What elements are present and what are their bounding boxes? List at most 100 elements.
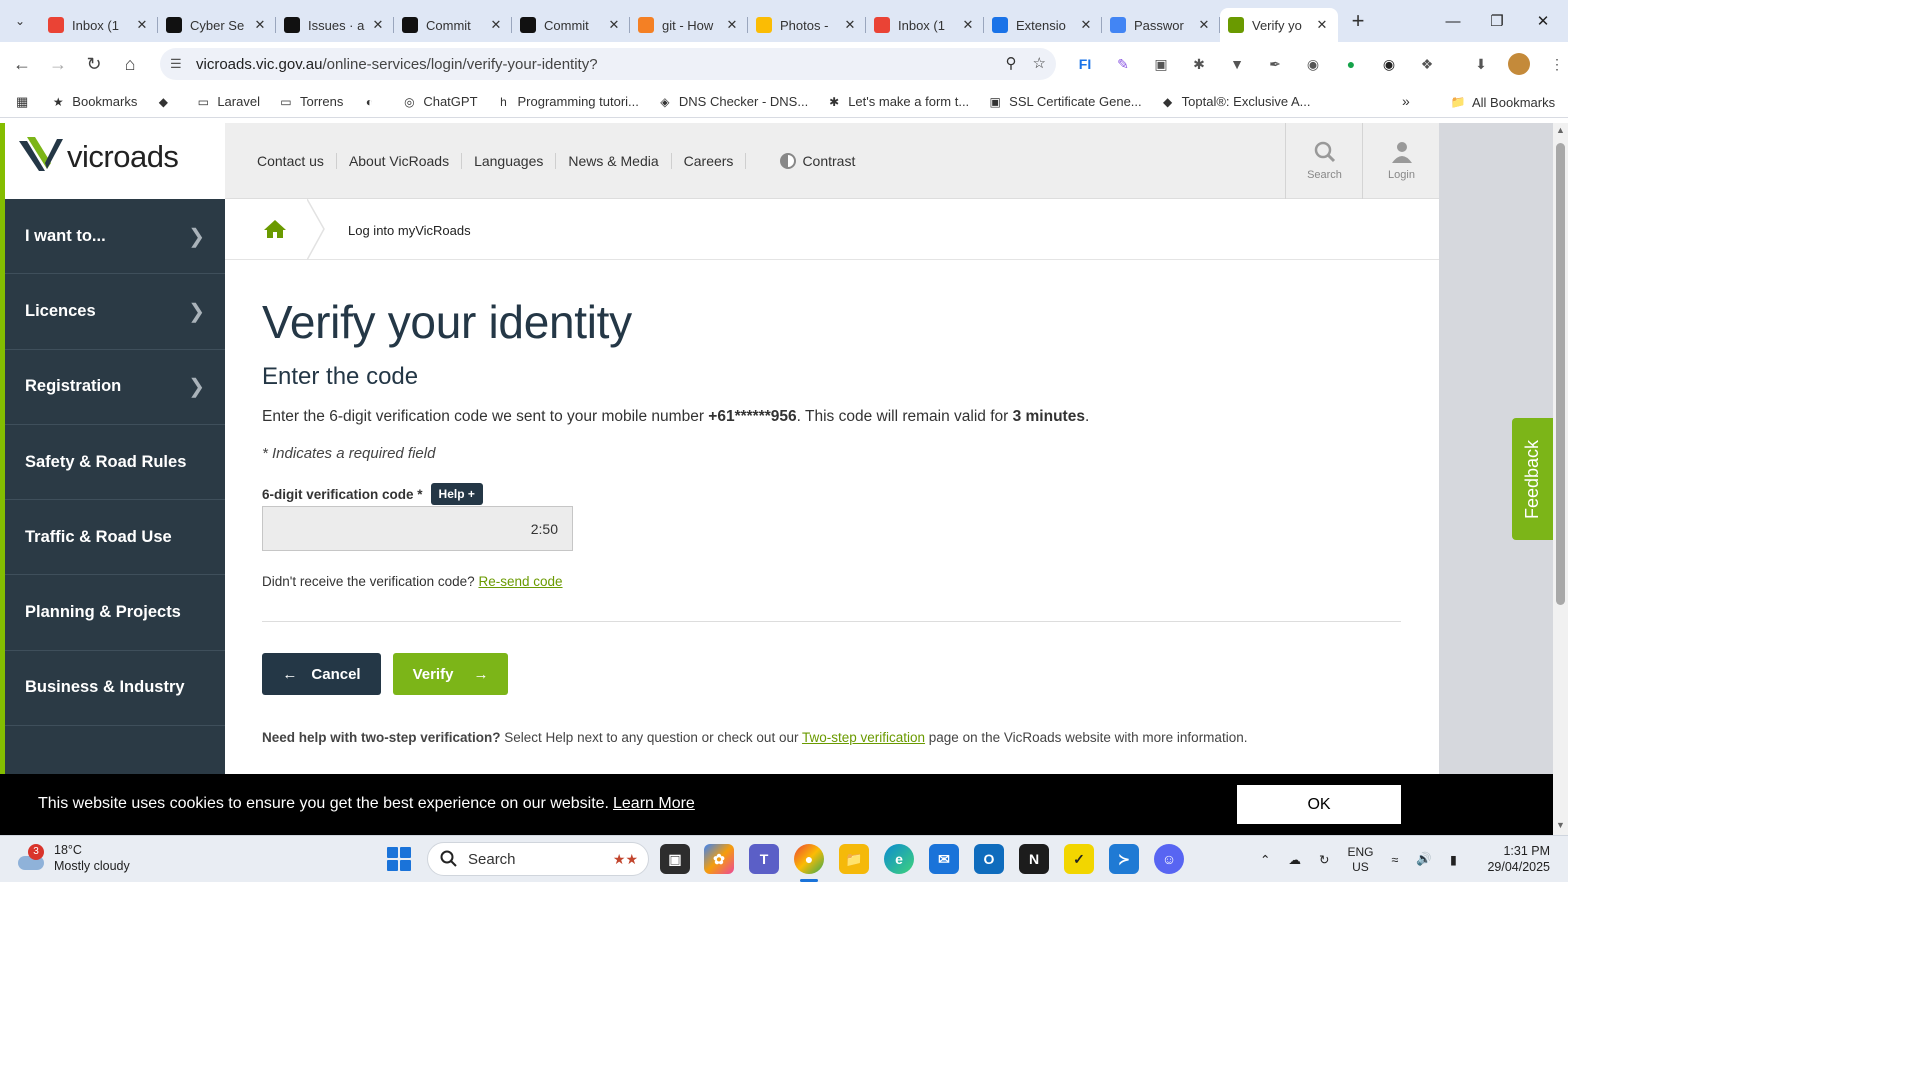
discord-icon[interactable]: ☺: [1154, 844, 1184, 874]
sticky-notes-icon[interactable]: ✓: [1064, 844, 1094, 874]
close-tab-icon[interactable]: ✕: [1196, 17, 1212, 33]
browser-tab[interactable]: Commit ✕: [512, 8, 630, 42]
bookmark-item[interactable]: ▭ Laravel: [195, 94, 260, 110]
restore-button[interactable]: ❐: [1474, 0, 1520, 42]
browser-tab[interactable]: Commit ✕: [394, 8, 512, 42]
forward-icon[interactable]: →: [40, 46, 76, 82]
download-icon[interactable]: ⬇: [1468, 50, 1494, 78]
topnav-link[interactable]: Contact us: [249, 153, 337, 169]
apps-grid-icon[interactable]: ▦: [16, 94, 28, 110]
bookmark-star-icon[interactable]: ☆: [1033, 54, 1046, 72]
browser-tab[interactable]: Inbox (1 ✕: [866, 8, 984, 42]
circle-extension-icon[interactable]: ◉: [1376, 50, 1402, 78]
topnav-link[interactable]: News & Media: [556, 153, 672, 169]
copilot-icon[interactable]: ✿: [704, 844, 734, 874]
bookmark-item[interactable]: ★ Bookmarks: [50, 94, 137, 110]
file-explorer-icon[interactable]: 📁: [839, 844, 869, 874]
close-tab-icon[interactable]: ✕: [488, 17, 504, 33]
start-button[interactable]: [387, 847, 411, 871]
close-tab-icon[interactable]: ✕: [370, 17, 386, 33]
search-button[interactable]: Search: [1285, 123, 1363, 199]
weather-widget[interactable]: 3 18°C Mostly cloudy: [18, 842, 130, 874]
code-extension-icon[interactable]: ✱: [1186, 50, 1212, 78]
feedback-tab[interactable]: Feedback: [1512, 418, 1553, 540]
browser-tab[interactable]: Extensio ✕: [984, 8, 1102, 42]
resend-code-link[interactable]: Re-send code: [478, 574, 562, 589]
sidenav-item[interactable]: Registration ❯: [5, 350, 225, 425]
browser-tab[interactable]: Inbox (1 ✕: [40, 8, 158, 42]
vicroads-logo[interactable]: vicroads: [5, 123, 225, 199]
puzzle-extensions-icon[interactable]: ❖: [1414, 50, 1440, 78]
tab-search-icon[interactable]: ⌄: [0, 0, 40, 42]
sidenav-item[interactable]: Licences ❯: [5, 274, 225, 350]
sidenav-item[interactable]: Traffic & Road Use: [5, 500, 225, 576]
browser-menu-icon[interactable]: ⋮: [1544, 50, 1570, 78]
help-button[interactable]: Help +: [430, 483, 483, 505]
more-bookmarks-icon[interactable]: »: [1402, 93, 1410, 109]
profile-avatar[interactable]: [1506, 50, 1532, 78]
clock[interactable]: 1:31 PM 29/04/2025: [1480, 843, 1550, 875]
browser-tab[interactable]: Photos - ✕: [748, 8, 866, 42]
browser-tab[interactable]: Passwor ✕: [1102, 8, 1220, 42]
sidenav-item[interactable]: I want to... ❯: [5, 199, 225, 275]
pen-extension-icon[interactable]: ✎: [1110, 50, 1136, 78]
login-button[interactable]: Login: [1362, 123, 1440, 199]
bookmark-item[interactable]: ◎ ChatGPT: [401, 94, 477, 110]
wifi-icon[interactable]: ≈: [1391, 853, 1398, 867]
notion-icon[interactable]: N: [1019, 844, 1049, 874]
sidenav-item[interactable]: Safety & Road Rules: [5, 425, 225, 501]
bookmark-item[interactable]: ◆ Toptal®: Exclusive A...: [1160, 94, 1310, 110]
verification-code-input[interactable]: 2:50: [262, 506, 573, 551]
password-key-icon[interactable]: ⚲: [1006, 54, 1017, 72]
close-tab-icon[interactable]: ✕: [960, 17, 976, 33]
language-indicator[interactable]: ENG US: [1347, 845, 1373, 875]
eyedropper-extension-icon[interactable]: ✒: [1262, 50, 1288, 78]
task-view-icon[interactable]: ▣: [660, 844, 690, 874]
verify-button[interactable]: Verify →: [393, 653, 508, 695]
browser-tab[interactable]: Issues · a ✕: [276, 8, 394, 42]
volume-icon[interactable]: 🔊: [1416, 852, 1432, 867]
scroll-down-icon[interactable]: ▼: [1556, 820, 1565, 830]
bookmark-item[interactable]: ◐: [361, 94, 383, 110]
close-tab-icon[interactable]: ✕: [1314, 17, 1330, 33]
chrome-icon[interactable]: ●: [794, 844, 824, 874]
topnav-link[interactable]: Languages: [462, 153, 557, 169]
address-bar[interactable]: ☰ vicroads.vic.gov.au/online-services/lo…: [160, 48, 1056, 80]
reload-icon[interactable]: ↻: [76, 46, 112, 82]
cancel-button[interactable]: ← Cancel: [262, 653, 381, 695]
bookmark-item[interactable]: h Programming tutori...: [496, 94, 639, 110]
bookmark-item[interactable]: ▣ SSL Certificate Gene...: [987, 94, 1142, 110]
cookie-ok-button[interactable]: OK: [1237, 785, 1401, 824]
topnav-link[interactable]: About VicRoads: [337, 153, 463, 169]
fi-extension-icon[interactable]: FI: [1072, 50, 1098, 78]
breadcrumb-current[interactable]: Log into myVicRoads: [348, 223, 471, 238]
page-scrollbar[interactable]: ▲ ▼: [1553, 123, 1568, 835]
close-tab-icon[interactable]: ✕: [134, 17, 150, 33]
close-window-button[interactable]: ✕: [1520, 0, 1566, 42]
home-icon[interactable]: [263, 219, 287, 239]
all-bookmarks[interactable]: 📁 All Bookmarks: [1450, 94, 1556, 110]
bookmark-item[interactable]: ◆: [155, 94, 177, 110]
learn-more-link[interactable]: Learn More: [613, 795, 695, 812]
close-tab-icon[interactable]: ✕: [252, 17, 268, 33]
sync-icon[interactable]: ↻: [1319, 852, 1329, 867]
outlook-icon[interactable]: O: [974, 844, 1004, 874]
scrollbar-thumb[interactable]: [1556, 143, 1565, 605]
contrast-toggle[interactable]: Contrast: [746, 153, 855, 169]
bookmark-item[interactable]: ✱ Let's make a form t...: [826, 94, 969, 110]
vscode-icon[interactable]: ≻: [1109, 844, 1139, 874]
close-tab-icon[interactable]: ✕: [842, 17, 858, 33]
two-step-verification-link[interactable]: Two-step verification: [802, 730, 925, 745]
teams-icon[interactable]: T: [749, 844, 779, 874]
mail-icon[interactable]: ✉: [929, 844, 959, 874]
sidenav-item[interactable]: Planning & Projects: [5, 575, 225, 651]
back-icon[interactable]: ←: [4, 46, 40, 82]
sidenav-item[interactable]: Business & Industry: [5, 651, 225, 727]
site-info-icon[interactable]: ☰: [170, 56, 182, 72]
close-tab-icon[interactable]: ✕: [606, 17, 622, 33]
close-tab-icon[interactable]: ✕: [1078, 17, 1094, 33]
taskbar-search[interactable]: Search ★★: [427, 842, 649, 876]
topnav-link[interactable]: Careers: [672, 153, 747, 169]
bookmark-item[interactable]: ◈ DNS Checker - DNS...: [657, 94, 808, 110]
browser-tab[interactable]: Verify yo ✕: [1220, 8, 1338, 42]
